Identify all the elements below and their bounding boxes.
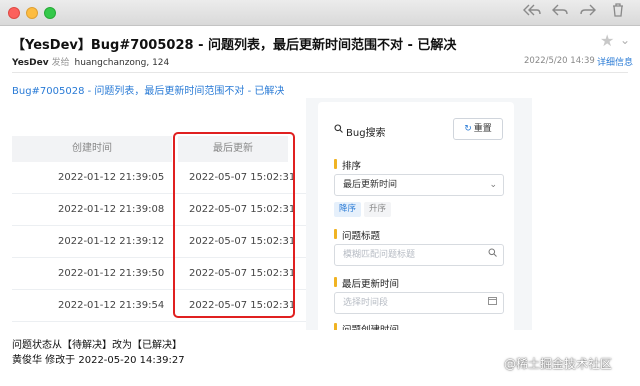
- close-window-button[interactable]: [8, 7, 20, 19]
- panel-title: Bug搜索: [346, 128, 386, 139]
- modified-by-text: 黄俊华 修改于 2022-05-20 14:39:27: [12, 355, 185, 366]
- sort-desc-toggle[interactable]: 降序: [334, 202, 362, 217]
- email-date: 2022/5/20 14:39: [524, 56, 595, 66]
- sort-label: 排序: [334, 158, 361, 172]
- updated-filter-label: 最后更新时间: [334, 276, 399, 290]
- search-icon: [334, 124, 343, 136]
- refresh-icon: ↻: [464, 124, 472, 134]
- calendar-icon: [488, 293, 497, 313]
- created-cell: 2022-01-12 21:39:50: [58, 268, 165, 279]
- sender-line: YesDev 发给 huangchanzong, 124: [12, 55, 169, 68]
- trash-icon[interactable]: [606, 3, 630, 23]
- reset-button[interactable]: ↻ 重置: [453, 118, 503, 140]
- status-change-text: 问题状态从【待解决】改为【已解决】: [12, 340, 182, 351]
- reply-all-icon[interactable]: [520, 3, 544, 23]
- sort-asc-toggle[interactable]: 升序: [364, 202, 392, 217]
- reset-label: 重置: [473, 124, 492, 134]
- issue-table: 创建时间 最后更新 2022-01-12 21:39:05 2022-05-07…: [12, 98, 306, 330]
- updated-range-picker[interactable]: 选择时间段: [334, 292, 504, 314]
- bug-search-panel: Bug搜索 ↻ 重置 排序 最后更新时间 ⌄ 降序 升序 问题标题 模糊匹配问题标…: [318, 102, 514, 330]
- bug-link[interactable]: Bug#7005028 - 问题列表，最后更新时间范围不对 - 已解决: [12, 82, 284, 97]
- forward-icon[interactable]: [576, 3, 600, 23]
- column-header-created: 创建时间: [12, 136, 172, 162]
- reply-icon[interactable]: [548, 3, 572, 23]
- created-cell: 2022-01-12 21:39:08: [58, 204, 165, 215]
- search-icon: [488, 245, 497, 265]
- window-titlebar: [0, 0, 640, 26]
- star-icon[interactable]: ★: [600, 31, 614, 50]
- sort-select[interactable]: 最后更新时间 ⌄: [334, 174, 504, 196]
- created-filter-label: 问题创建时间: [334, 322, 399, 330]
- created-cell: 2022-01-12 21:39:54: [58, 300, 165, 311]
- sender-name[interactable]: YesDev: [12, 58, 49, 68]
- email-subject: 【YesDev】Bug#7005028 - 问题列表，最后更新时间范围不对 - …: [12, 38, 457, 53]
- chevron-down-icon: ⌄: [489, 180, 497, 190]
- title-search-input[interactable]: 模糊匹配问题标题: [334, 244, 504, 266]
- recipients[interactable]: huangchanzong, 124: [74, 58, 169, 68]
- sort-value: 最后更新时间: [343, 180, 398, 190]
- details-link[interactable]: 详细信息: [597, 55, 633, 68]
- highlight-box: [173, 132, 295, 318]
- embedded-screenshot: 创建时间 最后更新 2022-01-12 21:39:05 2022-05-07…: [12, 98, 532, 330]
- chevron-down-icon[interactable]: ⌄: [620, 33, 630, 47]
- header-divider: [12, 72, 628, 73]
- minimize-window-button[interactable]: [26, 7, 38, 19]
- created-cell: 2022-01-12 21:39:05: [58, 172, 165, 183]
- title-filter-label: 问题标题: [334, 228, 380, 242]
- updated-placeholder: 选择时间段: [343, 298, 389, 308]
- created-cell: 2022-01-12 21:39:12: [58, 236, 165, 247]
- watermark: @稀土掘金技术社区: [504, 357, 613, 371]
- zoom-window-button[interactable]: [44, 7, 56, 19]
- title-placeholder: 模糊匹配问题标题: [343, 250, 416, 260]
- sent-to-label: 发给: [51, 58, 70, 68]
